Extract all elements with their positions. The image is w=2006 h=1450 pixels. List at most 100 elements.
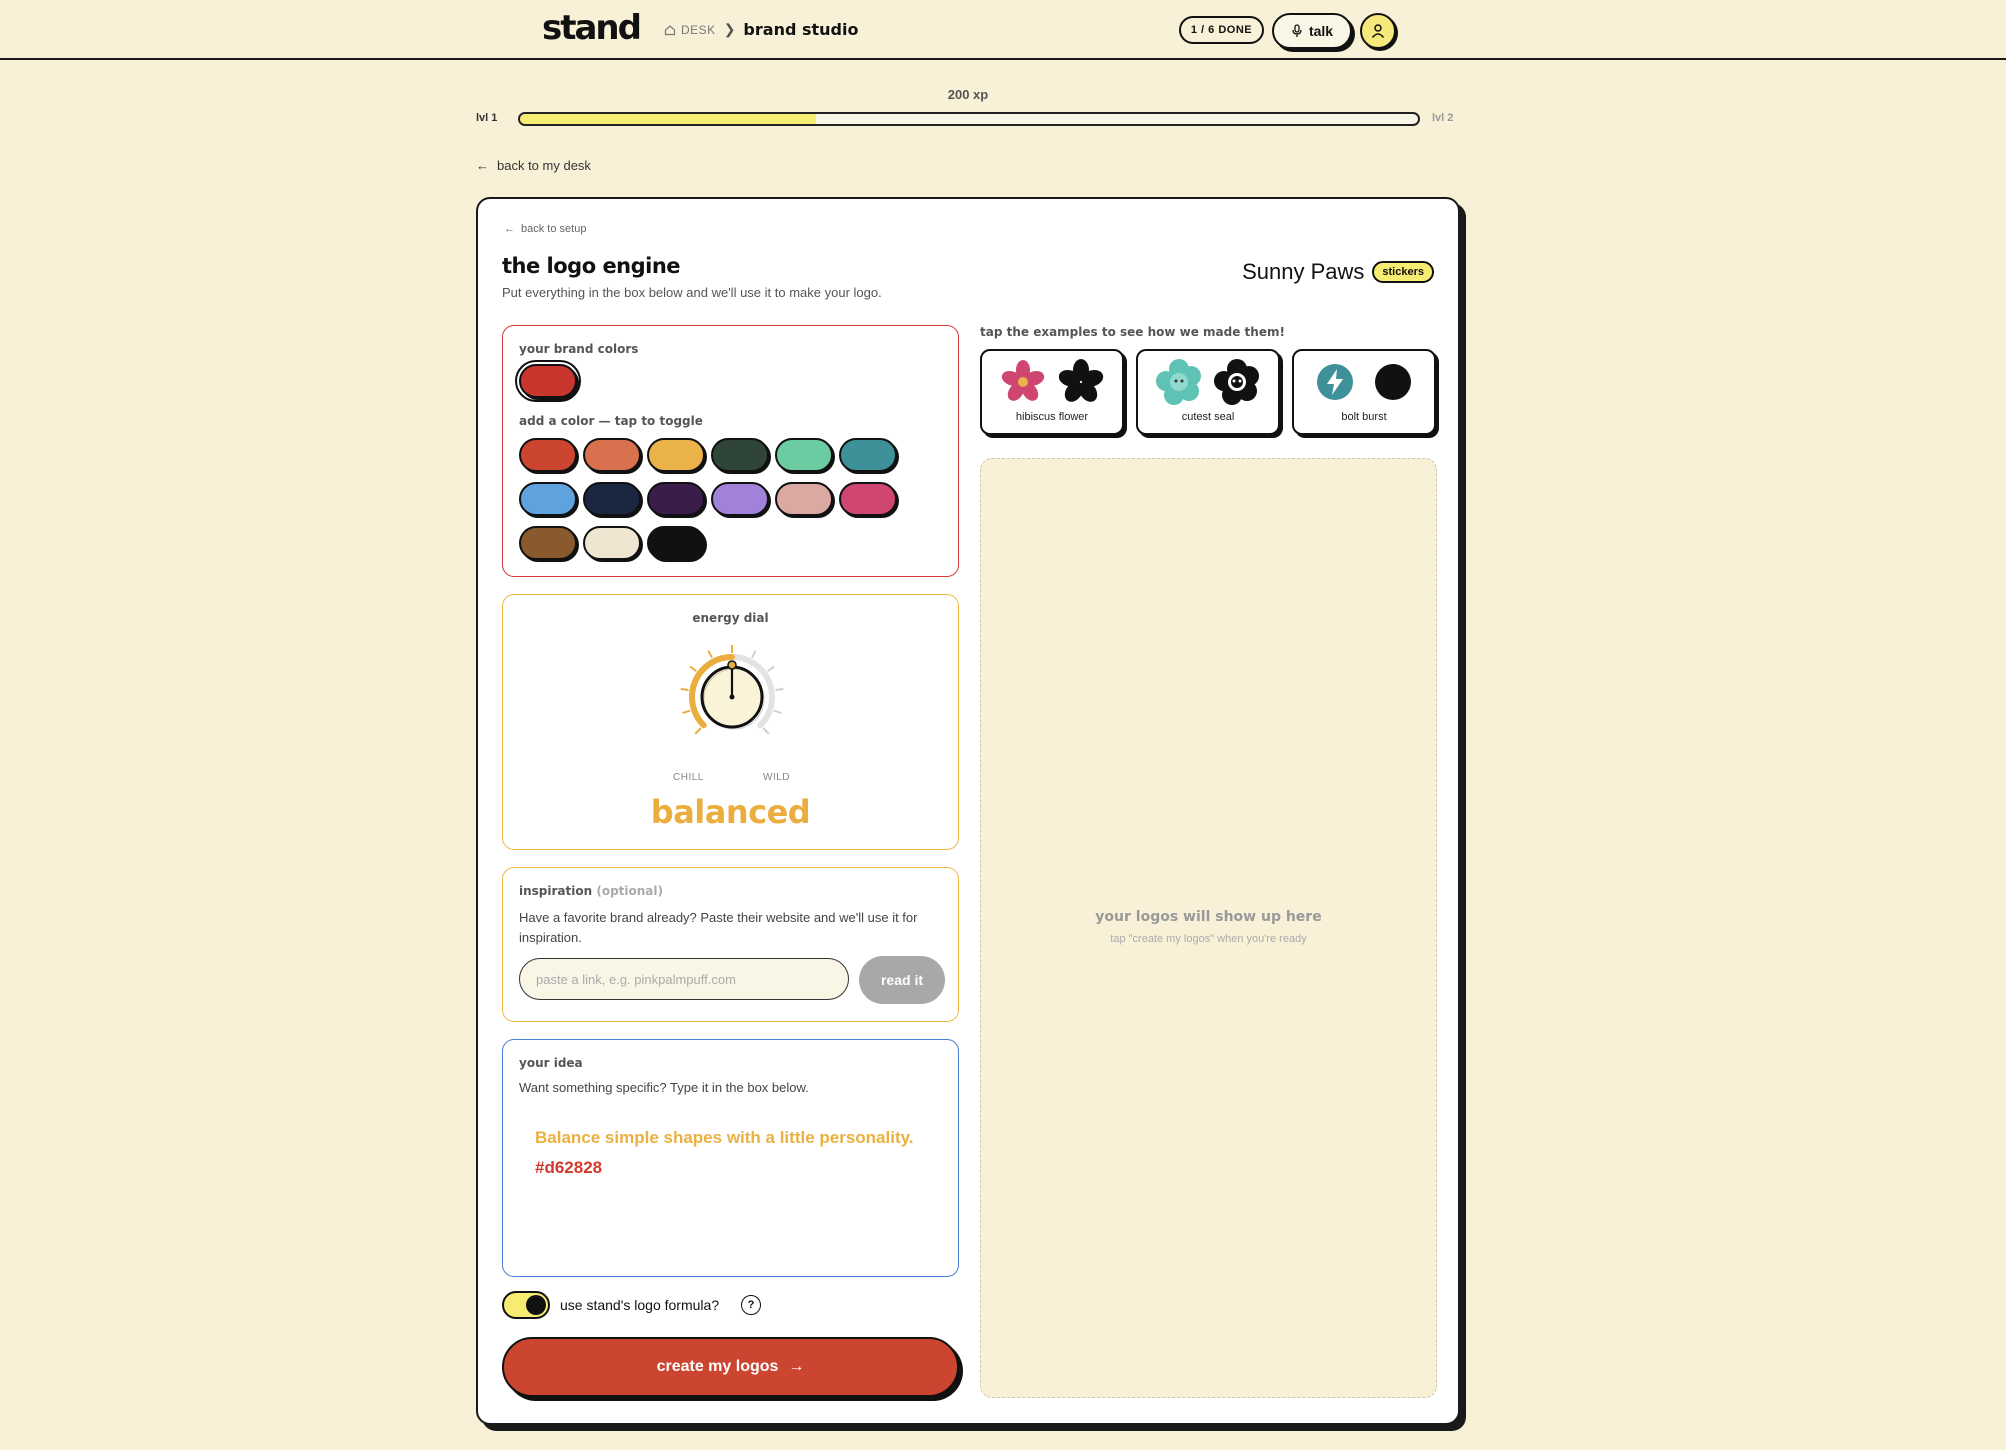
palette-color-swatch[interactable] (775, 438, 833, 472)
level-end: lvl 2 (1432, 112, 1454, 124)
arrow-right-icon: → (788, 1358, 805, 1375)
dial-tick (762, 727, 770, 735)
back-to-setup-link[interactable]: ← back to setup (504, 223, 586, 235)
dial-tick (773, 709, 782, 715)
idea-text-line-2[interactable]: #d62828 (535, 1158, 602, 1178)
inspiration-text: Have a favorite brand already? Paste the… (519, 910, 918, 945)
palette-color-swatch[interactable] (647, 438, 705, 472)
black-seal-icon (1214, 359, 1259, 405)
create-logos-label: create my logos (656, 1358, 779, 1375)
palette-color-swatch[interactable] (839, 438, 897, 472)
dial-value: balanced (650, 793, 811, 831)
palette-color-swatch[interactable] (839, 482, 897, 516)
black-circle-icon (1375, 364, 1411, 400)
level-start: lvl 1 (476, 112, 498, 124)
progress-pill: 1 / 6 DONE (1179, 16, 1264, 44)
page-subtitle: Put everything in the box below and we'l… (502, 285, 882, 300)
home-icon (664, 24, 676, 35)
dial-tick (775, 687, 784, 692)
formula-toggle-label: use stand's logo formula? (560, 1297, 720, 1313)
logo-results-area: your logos will show up here tap "create… (980, 458, 1437, 1398)
toggle-knob (526, 1295, 546, 1315)
example-bolt-burst[interactable]: bolt burst (1292, 349, 1436, 435)
dial-max-label: WILD (763, 772, 790, 783)
breadcrumb-home[interactable]: DESK (664, 23, 716, 37)
idea-subtitle: Want something specific? Type it in the … (519, 1080, 809, 1095)
logo-engine-card: ← back to setup the logo engine Put ever… (476, 197, 1460, 1425)
breadcrumb: DESK ❯ brand studio (664, 20, 858, 39)
inspiration-label: inspiration (optional) (519, 884, 663, 898)
business-header: Sunny Paws stickers (1242, 259, 1434, 285)
idea-panel[interactable]: your idea Want something specific? Type … (502, 1039, 959, 1277)
talk-label: talk (1308, 23, 1334, 39)
inspiration-optional: (optional) (596, 884, 663, 898)
avatar-button[interactable] (1360, 13, 1396, 49)
energy-dial[interactable] (667, 637, 797, 747)
back-to-desk-link[interactable]: ← back to my desk (476, 158, 591, 173)
teal-bolt-icon (1317, 364, 1353, 400)
breadcrumb-current: brand studio (743, 20, 859, 39)
teal-seal-icon (1156, 359, 1201, 405)
talk-button[interactable]: talk (1272, 13, 1352, 49)
energy-dial-label: energy dial (692, 611, 769, 625)
brand-colors-label: your brand colors (519, 342, 639, 356)
inspiration-label-text: inspiration (519, 884, 593, 898)
results-empty-title: your logos will show up here (1095, 909, 1322, 925)
palette-color-swatch[interactable] (519, 438, 577, 472)
dial-min-label: CHILL (673, 772, 704, 783)
page-title: the logo engine (502, 254, 681, 278)
energy-dial-panel: energy dial CHILL WILD balanced (502, 594, 959, 850)
add-color-label: add a color — tap to toggle (519, 414, 703, 428)
palette-color-swatch[interactable] (583, 438, 641, 472)
example-label: hibiscus flower (1015, 411, 1089, 423)
selected-color-swatch[interactable] (515, 360, 581, 402)
user-icon (1371, 24, 1385, 38)
palette-color-swatch[interactable] (583, 526, 641, 560)
palette-color-swatch[interactable] (519, 526, 577, 560)
palette-color-swatch[interactable] (711, 482, 769, 516)
idea-label: your idea (519, 1056, 583, 1070)
read-it-button[interactable]: read it (859, 956, 945, 1004)
brand-colors-panel: your brand colors add a color — tap to t… (502, 325, 959, 577)
examples-title: tap the examples to see how we made them… (980, 325, 1285, 339)
dial-tick (707, 650, 713, 659)
create-logos-button[interactable]: create my logos → (502, 1337, 959, 1397)
dial-tick (689, 665, 697, 672)
example-label: cutest seal (1181, 411, 1235, 423)
dial-tick (694, 727, 702, 735)
business-name: Sunny Paws (1242, 259, 1365, 284)
formula-toggle[interactable] (502, 1291, 550, 1319)
inspiration-panel: inspiration (optional) Have a favorite b… (502, 867, 959, 1022)
dial-tick (682, 709, 691, 715)
palette-color-swatch[interactable] (647, 482, 705, 516)
palette-color-swatch[interactable] (519, 482, 577, 516)
breadcrumb-home-label: DESK (681, 22, 716, 37)
help-icon[interactable]: ? (741, 1295, 761, 1315)
example-cutest-seal[interactable]: cutest seal (1136, 349, 1280, 435)
inspiration-url-input[interactable] (519, 958, 849, 1000)
top-bar: stand DESK ❯ brand studio 1 / 6 DONE tal… (0, 0, 2006, 60)
arrow-left-icon: ← (476, 158, 489, 173)
dial-tick (751, 650, 757, 659)
xp-label: 200 xp (947, 87, 989, 102)
palette-color-swatch[interactable] (775, 482, 833, 516)
palette-color-swatch[interactable] (583, 482, 641, 516)
palette-color-swatch[interactable] (711, 438, 769, 472)
brand-logo[interactable]: stand (542, 8, 642, 48)
back-to-desk-label: back to my desk (497, 158, 591, 173)
xp-progress-bar (518, 112, 1420, 126)
dial-tick (767, 665, 775, 672)
example-hibiscus-flower[interactable]: hibiscus flower (980, 349, 1124, 435)
business-tag-badge: stickers (1372, 261, 1434, 283)
chevron-right-icon: ❯ (723, 21, 736, 37)
xp-progress-fill (520, 114, 817, 124)
arrow-left-icon: ← (504, 223, 515, 235)
pink-flower-icon (1001, 360, 1045, 401)
microphone-icon (1292, 24, 1302, 37)
back-to-setup-label: back to setup (521, 223, 587, 235)
idea-text-line-1[interactable]: Balance simple shapes with a little pers… (535, 1128, 914, 1148)
palette-color-swatch[interactable] (647, 526, 705, 560)
black-flower-icon (1058, 359, 1104, 402)
dial-tick (680, 687, 689, 692)
results-empty-subtitle: tap "create my logos" when you're ready (1110, 933, 1307, 945)
